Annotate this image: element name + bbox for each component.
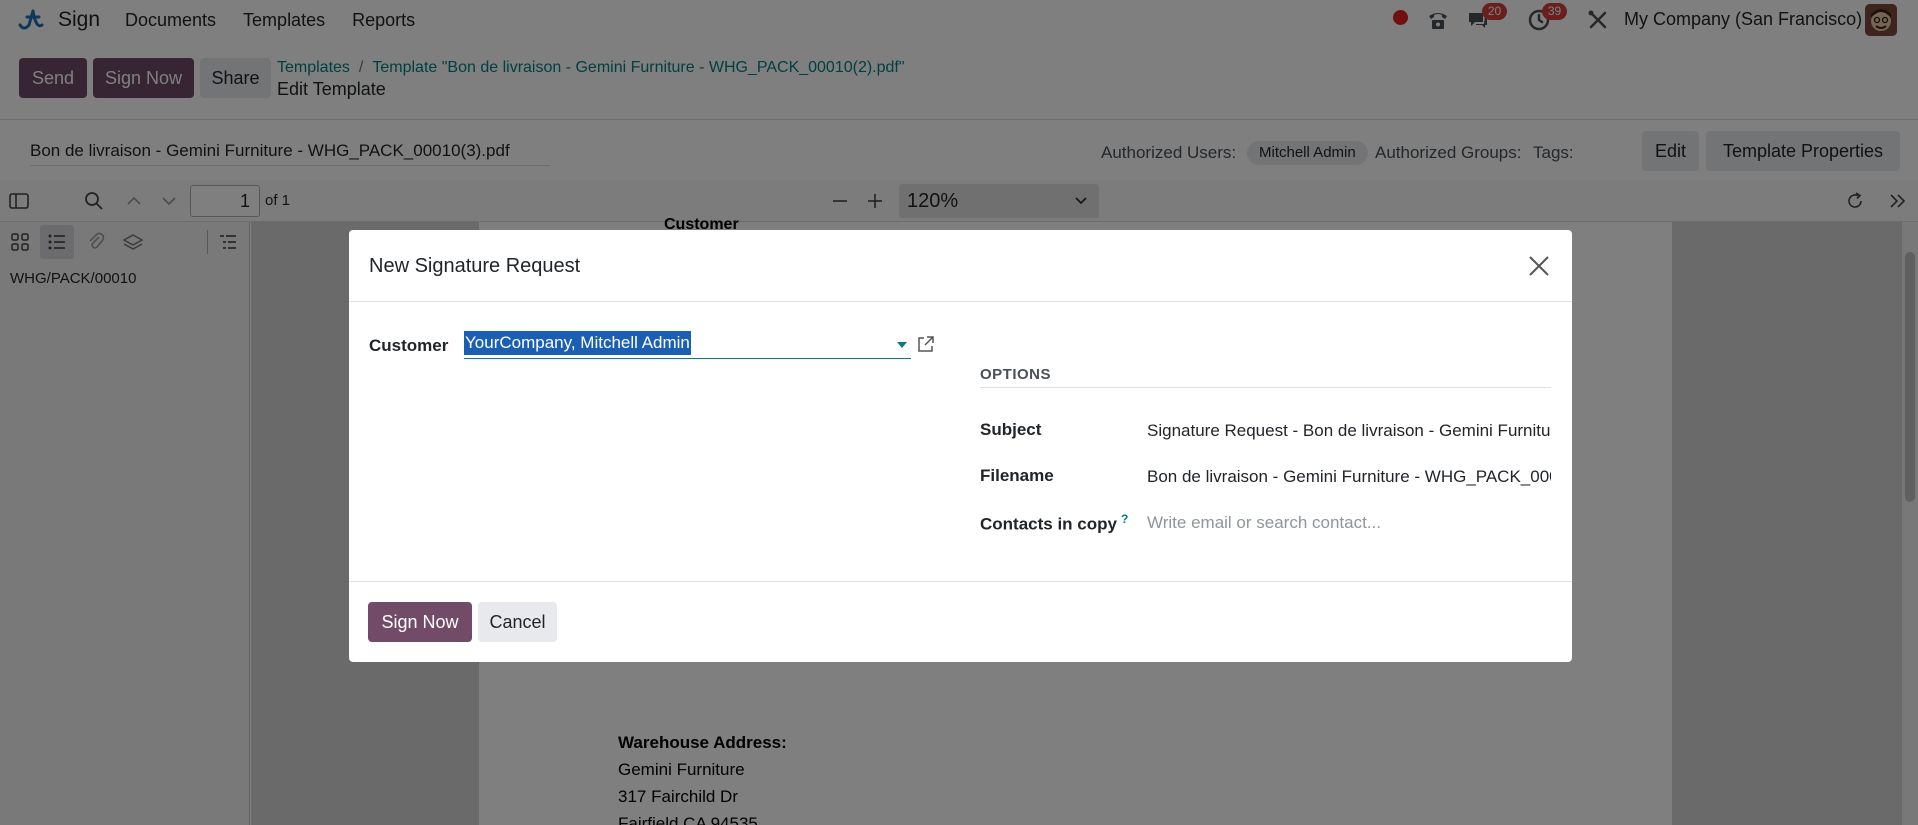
close-icon[interactable] [1526, 253, 1552, 279]
subject-label: Subject [980, 420, 1042, 439]
modal-footer: Sign Now Cancel [349, 581, 1572, 662]
modal-title: New Signature Request [369, 255, 581, 277]
external-link-icon[interactable] [916, 334, 936, 354]
customer-input[interactable]: YourCompany, Mitchell Admin [464, 331, 911, 359]
contacts-in-copy-label: Contacts in copy? [980, 512, 1128, 535]
customer-value: YourCompany, Mitchell Admin [464, 331, 691, 355]
new-signature-request-dialog: New Signature Request Customer YourCompa… [349, 230, 1572, 662]
customer-dropdown-caret-icon[interactable] [897, 342, 907, 348]
customer-label: Customer [369, 336, 449, 355]
subject-input[interactable]: Signature Request - Bon de livraison - G… [1147, 421, 1551, 441]
modal-header: New Signature Request [349, 230, 1572, 302]
filename-label: Filename [980, 466, 1054, 485]
options-section-title: OPTIONS [980, 366, 1551, 388]
modal-cancel-button[interactable]: Cancel [478, 602, 557, 642]
help-tooltip-icon[interactable]: ? [1121, 512, 1128, 526]
contacts-in-copy-input[interactable]: Write email or search contact... [1147, 513, 1551, 533]
modal-sign-now-button[interactable]: Sign Now [368, 602, 472, 642]
contacts-in-copy-text: Contacts in copy [980, 514, 1117, 534]
filename-input[interactable]: Bon de livraison - Gemini Furniture - WH… [1147, 467, 1551, 487]
